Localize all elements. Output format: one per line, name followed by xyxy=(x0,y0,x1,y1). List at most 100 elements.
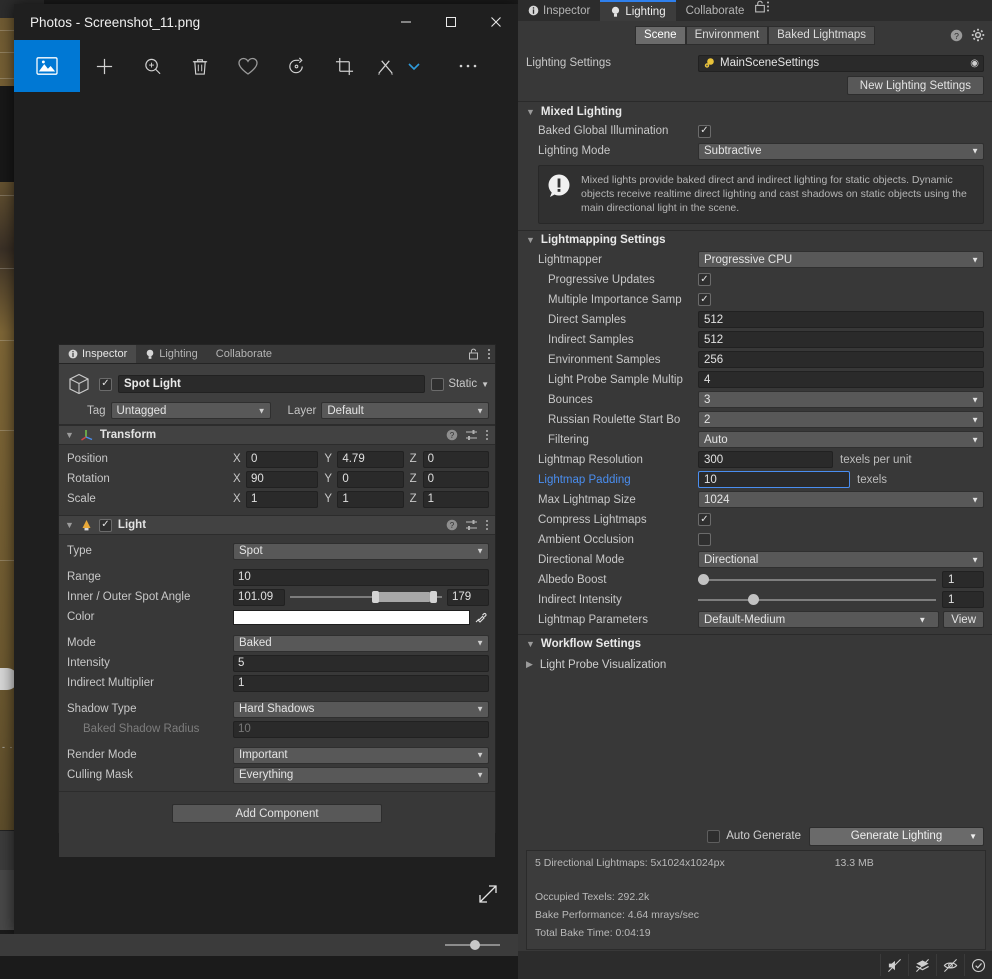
foldout-icon[interactable]: ▼ xyxy=(526,107,535,117)
transform-component-header[interactable]: ▼ Transform ? xyxy=(59,425,495,445)
foldout-icon[interactable]: ▼ xyxy=(526,639,535,649)
lock-icon[interactable] xyxy=(464,345,483,363)
bounces-dropdown[interactable]: 3 ▼ xyxy=(698,391,984,409)
inspector-menu-icon[interactable] xyxy=(483,345,495,363)
russian-roulette-dropdown[interactable]: 2 ▼ xyxy=(698,411,984,429)
segment-environment[interactable]: Environment xyxy=(685,25,769,45)
rotation-y-input[interactable]: 0 xyxy=(337,470,404,488)
workflow-section-header[interactable]: ▼ Workflow Settings xyxy=(518,633,992,654)
light-probe-visualization-row[interactable]: ▶ Light Probe Visualization xyxy=(518,654,992,676)
multiple-importance-sampling-checkbox[interactable]: ✓ xyxy=(698,293,711,307)
gameobject-enabled-checkbox[interactable]: ✓ xyxy=(99,377,112,391)
more-icon[interactable] xyxy=(444,40,492,92)
lightmapping-section-header[interactable]: ▼ Lightmapping Settings xyxy=(518,229,992,250)
object-picker-icon[interactable]: ◉ xyxy=(970,58,979,69)
lock-icon[interactable] xyxy=(754,0,766,21)
close-button[interactable] xyxy=(473,4,518,40)
direct-samples-input[interactable]: 512 xyxy=(698,311,984,329)
crop-icon[interactable] xyxy=(320,40,368,92)
position-z-input[interactable]: 0 xyxy=(422,450,489,468)
light-component-header[interactable]: ▼ ✓ Light ? xyxy=(59,515,495,535)
tab-lighting[interactable]: Lighting xyxy=(600,0,676,21)
light-mode-dropdown[interactable]: Baked ▼ xyxy=(233,634,489,652)
environment-samples-input[interactable]: 256 xyxy=(698,351,984,369)
zoom-icon[interactable] xyxy=(128,40,176,92)
lightmap-parameters-dropdown[interactable]: Default-Medium ▼ xyxy=(698,611,940,629)
rotation-z-input[interactable]: 0 xyxy=(422,470,489,488)
lighting-mode-dropdown[interactable]: Subtractive ▼ xyxy=(698,142,984,160)
static-dropdown-icon[interactable]: ▼ xyxy=(481,380,489,389)
tab-inspector[interactable]: Inspector xyxy=(59,345,137,363)
tab-collaborate[interactable]: Collaborate xyxy=(676,0,755,21)
edit-create-icon[interactable] xyxy=(368,40,402,92)
indirect-samples-input[interactable]: 512 xyxy=(698,331,984,349)
tag-dropdown[interactable]: Untagged ▼ xyxy=(110,402,271,419)
generate-lighting-button[interactable]: Generate Lighting ▼ xyxy=(809,826,984,846)
expand-icon[interactable] xyxy=(472,878,504,910)
minimize-button[interactable] xyxy=(383,4,428,40)
ambient-occlusion-checkbox[interactable] xyxy=(698,533,711,547)
lightmap-padding-input[interactable]: 10 xyxy=(698,471,850,489)
foldout-collapsed-icon[interactable]: ▶ xyxy=(526,659,533,670)
static-checkbox[interactable] xyxy=(431,377,445,391)
filtering-dropdown[interactable]: Auto ▼ xyxy=(698,431,984,449)
lighting-menu-icon[interactable] xyxy=(766,0,770,21)
compress-lightmaps-checkbox[interactable]: ✓ xyxy=(698,513,711,527)
tab-collaborate[interactable]: Collaborate xyxy=(207,345,281,363)
light-color-swatch[interactable] xyxy=(233,609,470,625)
help-icon[interactable]: ? xyxy=(446,429,458,441)
light-culling-mask-dropdown[interactable]: Everything ▼ xyxy=(233,766,489,784)
scale-y-input[interactable]: 1 xyxy=(337,490,404,508)
help-icon[interactable]: ? xyxy=(950,29,963,42)
rotate-icon[interactable] xyxy=(272,40,320,92)
chevron-down-icon[interactable]: ▼ xyxy=(969,832,977,841)
add-component-button[interactable]: Add Component xyxy=(172,804,382,823)
light-indirect-input[interactable]: 1 xyxy=(233,674,489,692)
add-icon[interactable] xyxy=(80,40,128,92)
image-view-icon[interactable] xyxy=(14,40,80,92)
spot-angle-slider[interactable] xyxy=(290,589,442,605)
directional-mode-dropdown[interactable]: Directional ▼ xyxy=(698,551,984,569)
position-y-input[interactable]: 4.79 xyxy=(337,450,404,468)
zoom-slider-knob[interactable] xyxy=(470,940,480,950)
auto-generate-checkbox[interactable] xyxy=(707,829,721,843)
indirect-intensity-input[interactable]: 1 xyxy=(942,591,984,609)
light-probe-sample-multiplier-input[interactable]: 4 xyxy=(698,371,984,389)
component-menu-icon[interactable] xyxy=(485,519,489,531)
foldout-icon[interactable]: ▼ xyxy=(65,520,74,530)
mute-audio-icon[interactable] xyxy=(880,954,908,976)
max-lightmap-size-dropdown[interactable]: 1024 ▼ xyxy=(698,491,984,509)
tab-inspector[interactable]: Inspector xyxy=(518,0,600,21)
layer-dropdown[interactable]: Default ▼ xyxy=(321,402,489,419)
new-lighting-settings-button[interactable]: New Lighting Settings xyxy=(846,76,984,95)
segment-scene[interactable]: Scene xyxy=(634,25,686,45)
foldout-icon[interactable]: ▼ xyxy=(526,235,535,245)
gameobject-name-field[interactable]: Spot Light xyxy=(118,375,426,393)
rotation-x-input[interactable]: 90 xyxy=(246,470,319,488)
lightmap-parameters-view-button[interactable]: View xyxy=(943,611,984,629)
baked-gi-checkbox[interactable]: ✓ xyxy=(698,124,711,138)
position-x-input[interactable]: 0 xyxy=(246,450,319,468)
maximize-button[interactable] xyxy=(428,4,473,40)
mixed-lighting-section-header[interactable]: ▼ Mixed Lighting xyxy=(518,101,992,121)
light-enabled-checkbox[interactable]: ✓ xyxy=(98,518,112,532)
spot-inner-input[interactable]: 101.09 xyxy=(233,588,285,606)
progressive-updates-checkbox[interactable]: ✓ xyxy=(698,273,711,287)
gear-icon[interactable] xyxy=(971,28,985,42)
spot-outer-input[interactable]: 179 xyxy=(447,588,489,606)
albedo-boost-input[interactable]: 1 xyxy=(942,571,984,589)
lightmap-resolution-input[interactable]: 300 xyxy=(698,451,833,469)
light-intensity-input[interactable]: 5 xyxy=(233,654,489,672)
component-menu-icon[interactable] xyxy=(485,429,489,441)
foldout-icon[interactable]: ▼ xyxy=(65,430,74,440)
tab-lighting[interactable]: Lighting xyxy=(136,345,207,363)
scale-z-input[interactable]: 1 xyxy=(422,490,489,508)
check-circle-icon[interactable] xyxy=(964,954,992,976)
albedo-boost-slider[interactable] xyxy=(698,573,936,587)
light-render-mode-dropdown[interactable]: Important ▼ xyxy=(233,746,489,764)
gizmos-off-icon[interactable] xyxy=(936,954,964,976)
favorite-icon[interactable] xyxy=(224,40,272,92)
lighting-settings-object-field[interactable]: MainSceneSettings ◉ xyxy=(698,54,984,72)
preset-icon[interactable] xyxy=(465,429,478,441)
scale-x-input[interactable]: 1 xyxy=(246,490,319,508)
